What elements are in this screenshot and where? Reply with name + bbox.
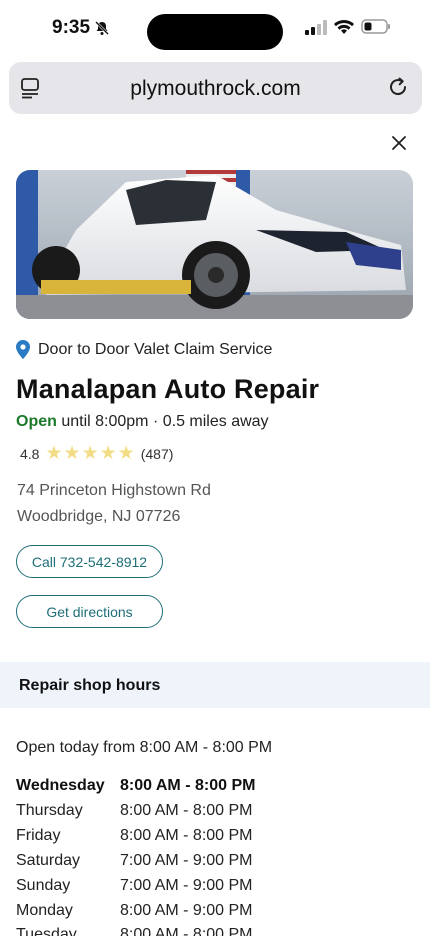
hours-time: 8:00 AM - 8:00 PM <box>120 802 253 819</box>
review-count: (487) <box>140 446 174 462</box>
hours-time: 8:00 AM - 9:00 PM <box>120 902 253 919</box>
reload-icon[interactable] <box>386 75 410 99</box>
cellular-signal-icon <box>305 20 327 35</box>
status-bar: 9:35 <box>0 0 430 58</box>
call-button[interactable]: Call 732-542-8912 <box>16 545 163 578</box>
hours-time: 8:00 AM - 8:00 PM <box>120 926 253 936</box>
map-pin-icon <box>16 340 30 359</box>
hours-time: 7:00 AM - 9:00 PM <box>120 852 253 869</box>
open-today-text: Open today from 8:00 AM - 8:00 PM <box>16 739 273 756</box>
hours-day: Friday <box>16 827 61 844</box>
hours-day: Saturday <box>16 852 81 869</box>
hours-day: Thursday <box>16 802 83 819</box>
service-label: Door to Door Valet Claim Service <box>38 340 273 358</box>
wifi-icon <box>334 20 354 34</box>
url-text[interactable]: plymouthrock.com <box>9 77 422 101</box>
clock-text: 9:35 <box>52 17 91 38</box>
star-icon: ★ <box>45 443 63 464</box>
hours-row: Tuesday 8:00 AM - 8:00 PM <box>16 926 416 936</box>
open-status: Open until 8:00pm · 0.5 miles away <box>16 413 269 431</box>
hours-time: 8:00 AM - 8:00 PM <box>120 827 253 844</box>
service-row: Door to Door Valet Claim Service <box>16 340 272 359</box>
address-bar[interactable]: plymouthrock.com <box>9 62 422 114</box>
dynamic-island <box>147 14 283 50</box>
star-icon: ★ <box>117 443 135 464</box>
address-line-2: Woodbridge, NJ 07726 <box>17 508 181 525</box>
shop-name: Manalapan Auto Repair <box>16 374 320 404</box>
open-details: until 8:00pm · 0.5 miles away <box>56 413 269 430</box>
hours-time: 8:00 AM - 8:00 PM <box>120 777 256 794</box>
rating-value: 4.8 <box>20 446 40 462</box>
star-rating: ★ ★ ★ ★ ★ <box>45 443 135 464</box>
hours-day: Sunday <box>16 877 71 894</box>
hours-time: 7:00 AM - 9:00 PM <box>120 877 253 894</box>
hours-day: Tuesday <box>16 926 77 936</box>
hours-heading: Repair shop hours <box>19 677 161 694</box>
get-directions-button[interactable]: Get directions <box>16 595 163 628</box>
close-icon[interactable] <box>388 132 410 154</box>
star-icon: ★ <box>99 443 117 464</box>
hours-day: Monday <box>16 902 73 919</box>
hours-header: Repair shop hours <box>0 662 430 708</box>
hours-day: Wednesday <box>16 777 105 794</box>
star-icon: ★ <box>81 443 99 464</box>
rating-row: 4.8 ★ ★ ★ ★ ★ (487) <box>20 443 174 464</box>
shop-photo <box>16 170 413 319</box>
open-label: Open <box>16 413 57 430</box>
address-line-1: 74 Princeton Highstown Rd <box>17 482 211 499</box>
status-time: 9:35 <box>52 17 110 39</box>
bell-muted-icon <box>95 21 109 35</box>
battery-icon <box>361 19 390 34</box>
star-icon: ★ <box>63 443 81 464</box>
